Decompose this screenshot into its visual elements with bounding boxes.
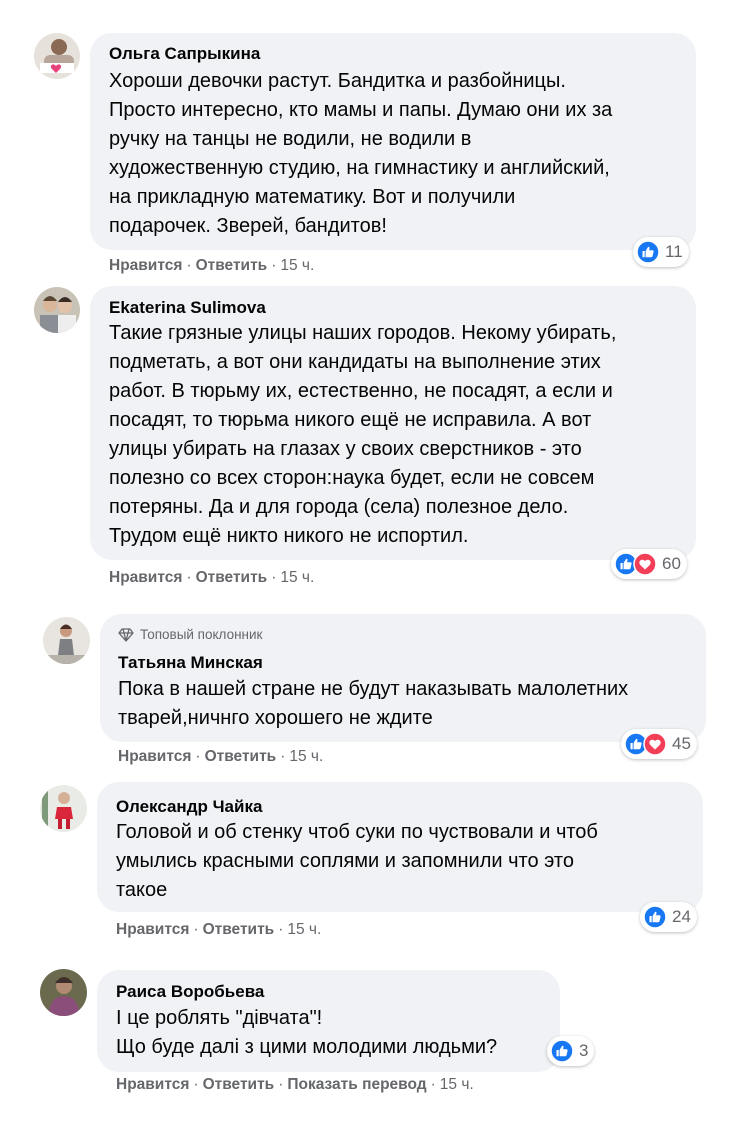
- reaction-summary[interactable]: 11: [633, 237, 689, 267]
- comment-text: Хороши девочки растут. Бандитка и разбой…: [109, 67, 612, 241]
- comment-text: І це роблять "дівчата"! Що буде далі з ц…: [116, 1004, 497, 1062]
- timestamp[interactable]: 15 ч.: [280, 257, 314, 274]
- comment-line: Такие грязные улицы наших городов. Неком…: [109, 322, 617, 344]
- avatar[interactable]: [34, 287, 80, 333]
- top-fan-badge[interactable]: Топовый поклонник: [118, 627, 262, 642]
- comment-line: І це роблять "дівчата"!: [116, 1007, 323, 1029]
- like-button[interactable]: Нравится: [116, 1076, 189, 1093]
- like-icon: [643, 905, 667, 929]
- comment-actions: Нравится · Ответить · Показать перевод · 15 ч.: [116, 1076, 474, 1093]
- love-icon: [643, 732, 667, 756]
- avatar[interactable]: [43, 617, 90, 664]
- author-name[interactable]: Ekaterina Sulimova: [109, 298, 266, 318]
- comment-line: подметать, а вот они кандидаты на выполн…: [109, 351, 601, 373]
- like-icon: [636, 240, 660, 264]
- reply-button[interactable]: Ответить: [205, 748, 277, 765]
- comment-actions: Нравится · Ответить · 15 ч.: [109, 257, 315, 274]
- comment-line: Головой и об стенку чтоб суки по чуствов…: [116, 821, 598, 843]
- timestamp[interactable]: 15 ч.: [280, 569, 314, 586]
- reply-button[interactable]: Ответить: [203, 921, 275, 938]
- avatar[interactable]: [40, 785, 87, 832]
- reaction-count: 24: [672, 907, 691, 926]
- reply-button[interactable]: Ответить: [196, 257, 268, 274]
- comment-line: Хороши девочки растут. Бандитка и разбой…: [109, 70, 566, 92]
- author-name[interactable]: Раиса Воробьева: [116, 982, 264, 1002]
- reply-button[interactable]: Ответить: [203, 1076, 275, 1093]
- author-name[interactable]: Татьяна Минская: [118, 653, 263, 673]
- reaction-count: 3: [579, 1041, 589, 1060]
- comment-line: художественную студию, на гимнастику и а…: [109, 157, 610, 179]
- like-icon: [550, 1039, 574, 1063]
- timestamp[interactable]: 15 ч.: [289, 748, 323, 765]
- reaction-summary[interactable]: 24: [640, 902, 697, 932]
- avatar[interactable]: [40, 969, 87, 1016]
- comment-line: Трудом ещё никто никого не испортил.: [109, 525, 469, 547]
- avatar[interactable]: [34, 33, 80, 79]
- reaction-count: 11: [665, 242, 683, 261]
- comment-line: работ. В тюрьму их, естественно, не поса…: [109, 380, 613, 402]
- diamond-icon: [118, 627, 134, 642]
- comment-line: такое: [116, 879, 168, 901]
- reply-button[interactable]: Ответить: [196, 569, 268, 586]
- like-button[interactable]: Нравится: [109, 257, 182, 274]
- reaction-summary[interactable]: 60: [611, 549, 687, 579]
- comment-line: полезно со всех сторон:наука будет, если…: [109, 467, 595, 489]
- reaction-count: 45: [672, 734, 691, 753]
- comment-text: Такие грязные улицы наших городов. Неком…: [109, 319, 616, 551]
- comment-actions: Нравится · Ответить · 15 ч.: [118, 748, 324, 765]
- comment-text: Пока в нашей стране не будут наказывать …: [118, 675, 628, 733]
- badge-label: Топовый поклонник: [140, 627, 263, 642]
- comment-actions: Нравится · Ответить · 15 ч.: [116, 921, 322, 938]
- show-translation-button[interactable]: Показать перевод: [287, 1076, 426, 1093]
- reaction-summary[interactable]: 3: [547, 1036, 595, 1066]
- comment-line: Пока в нашей стране не будут наказывать …: [118, 678, 629, 700]
- like-button[interactable]: Нравится: [118, 748, 191, 765]
- comment-line: умылись красными соплями и запомнили что…: [116, 850, 574, 872]
- comment-line: на прикладную математику. Вот и получили: [109, 186, 516, 208]
- comment-line: Що буде далі з цими молодими людьми?: [116, 1036, 498, 1058]
- like-button[interactable]: Нравится: [116, 921, 189, 938]
- comment-line: тварей,ничнго хорошего не ждите: [118, 707, 433, 729]
- timestamp[interactable]: 15 ч.: [287, 921, 321, 938]
- comment-line: подарочек. Зверей, бандитов!: [109, 215, 387, 237]
- comment-line: улицы убирать на глазах у своих сверстни…: [109, 438, 582, 460]
- comment-actions: Нравится · Ответить · 15 ч.: [109, 569, 315, 586]
- comment-line: Просто интересно, кто мамы и папы. Думаю…: [109, 99, 613, 121]
- timestamp[interactable]: 15 ч.: [440, 1076, 474, 1093]
- reaction-summary[interactable]: 45: [621, 729, 697, 759]
- author-name[interactable]: Ольга Сапрыкина: [109, 44, 260, 64]
- like-button[interactable]: Нравится: [109, 569, 182, 586]
- comment-line: потеряны. Да и для города (села) полезно…: [109, 496, 569, 518]
- reaction-count: 60: [662, 554, 681, 573]
- author-name[interactable]: Олександр Чайка: [116, 797, 262, 817]
- love-icon: [633, 552, 657, 576]
- comment-line: посадят, то тюрьма никого ещё не исправи…: [109, 409, 592, 431]
- comment-text: Головой и об стенку чтоб суки по чуствов…: [116, 818, 598, 905]
- comment-line: ручку на танцы не водили, не водили в: [109, 128, 472, 150]
